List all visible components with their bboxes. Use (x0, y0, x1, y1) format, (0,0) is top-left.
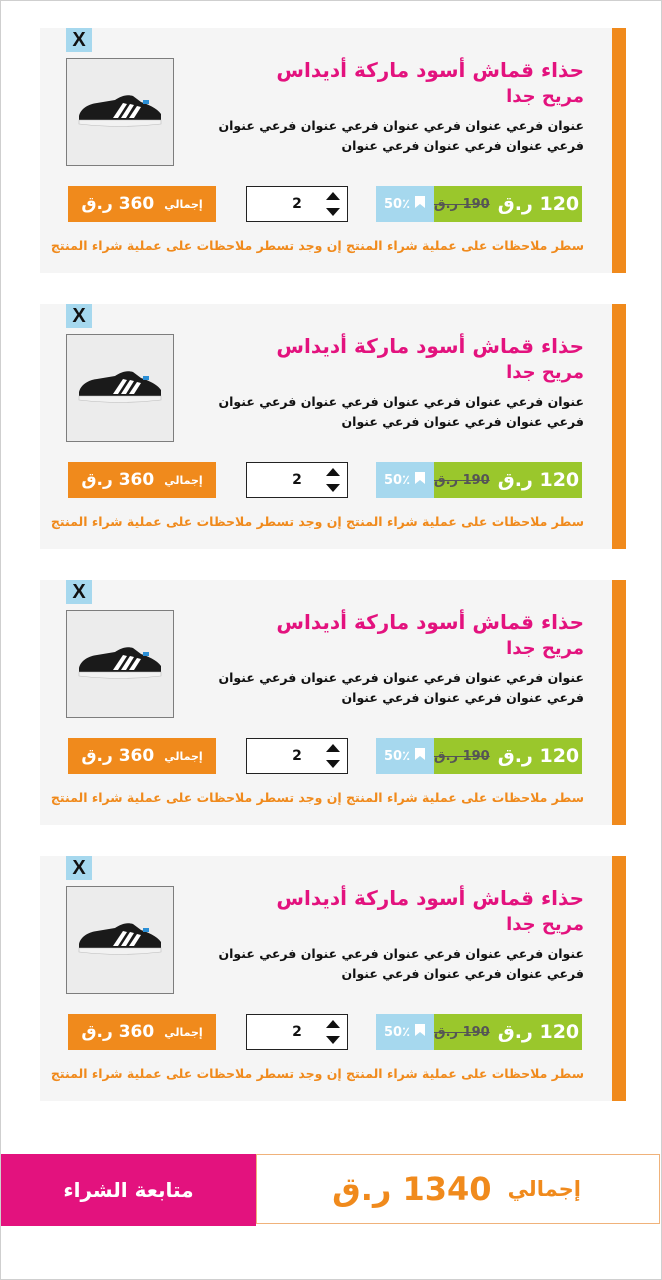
item-total-box: إجمالي 360 ر.ق (68, 462, 216, 498)
decrement-arrow-icon[interactable] (325, 481, 341, 495)
quantity-stepper[interactable]: 2 (246, 738, 348, 774)
price-box: 50٪ 120 ر.ق 190 ر.ق (376, 462, 582, 498)
item-total-label: إجمالي (164, 473, 203, 487)
increment-arrow-icon[interactable] (325, 1017, 341, 1031)
bookmark-icon (414, 195, 426, 213)
item-total-box: إجمالي 360 ر.ق (68, 738, 216, 774)
current-price: 120 ر.ق (497, 1021, 580, 1043)
product-subtitle: مريح جدا (506, 914, 584, 935)
accent-bar (612, 304, 626, 549)
grand-total-label: إجمالي (507, 1177, 581, 1201)
discount-badge: 50٪ (376, 738, 434, 774)
product-description: عنوان فرعي عنوان فرعي عنوان فرعي عنوان ف… (218, 118, 584, 153)
current-price: 120 ر.ق (497, 469, 580, 491)
price-box: 50٪ 120 ر.ق 190 ر.ق (376, 186, 582, 222)
decrement-arrow-icon[interactable] (325, 205, 341, 219)
increment-arrow-icon[interactable] (325, 189, 341, 203)
discount-value: 50٪ (383, 748, 411, 764)
discount-value: 50٪ (383, 196, 411, 212)
price-part: 120 ر.ق 190 ر.ق (434, 186, 582, 222)
product-description: عنوان فرعي عنوان فرعي عنوان فرعي عنوان ف… (218, 946, 584, 981)
product-subtitle: مريح جدا (506, 638, 584, 659)
old-price: 190 ر.ق (434, 196, 490, 212)
old-price: 190 ر.ق (434, 748, 490, 764)
accent-bar (612, 580, 626, 825)
sneaker-icon (75, 918, 165, 962)
decrement-arrow-icon[interactable] (325, 1033, 341, 1047)
checkout-button[interactable]: متابعة الشراء (1, 1154, 256, 1226)
product-note: سطر ملاحظات على عملية شراء المنتج إن وجد… (50, 514, 584, 529)
sneaker-icon (75, 90, 165, 134)
product-subtitle: مريح جدا (506, 362, 584, 383)
decrement-arrow-icon[interactable] (325, 757, 341, 771)
price-part: 120 ر.ق 190 ر.ق (434, 738, 582, 774)
discount-badge: 50٪ (376, 1014, 434, 1050)
item-total-value: 360 ر.ق (81, 470, 155, 490)
bookmark-icon (414, 1023, 426, 1041)
product-title: حذاء قماش أسود ماركة أديداس (276, 610, 584, 634)
discount-badge: 50٪ (376, 186, 434, 222)
remove-item-button[interactable]: X (66, 856, 92, 880)
item-total-label: إجمالي (164, 749, 203, 763)
old-price: 190 ر.ق (434, 1024, 490, 1040)
current-price: 120 ر.ق (497, 745, 580, 767)
product-image (66, 886, 174, 994)
cart-item: X حذاء قماش أسود ماركة أديداس مريح جدا ع… (40, 28, 626, 273)
grand-total-box: إجمالي 1340 ر.ق (256, 1154, 660, 1224)
product-title: حذاء قماش أسود ماركة أديداس (276, 334, 584, 358)
cart-footer: متابعة الشراء إجمالي 1340 ر.ق (1, 1154, 661, 1226)
bookmark-icon (414, 471, 426, 489)
price-box: 50٪ 120 ر.ق 190 ر.ق (376, 1014, 582, 1050)
price-part: 120 ر.ق 190 ر.ق (434, 1014, 582, 1050)
quantity-stepper[interactable]: 2 (246, 1014, 348, 1050)
current-price: 120 ر.ق (497, 193, 580, 215)
grand-total-value: 1340 ر.ق (332, 1170, 492, 1208)
product-note: سطر ملاحظات على عملية شراء المنتج إن وجد… (50, 238, 584, 253)
cart-item: X حذاء قماش أسود ماركة أديداس مريح جدا ع… (40, 304, 626, 549)
remove-item-button[interactable]: X (66, 580, 92, 604)
item-total-box: إجمالي 360 ر.ق (68, 186, 216, 222)
old-price: 190 ر.ق (434, 472, 490, 488)
product-image (66, 58, 174, 166)
item-total-label: إجمالي (164, 1025, 203, 1039)
remove-item-button[interactable]: X (66, 304, 92, 328)
increment-arrow-icon[interactable] (325, 741, 341, 755)
product-image (66, 610, 174, 718)
discount-value: 50٪ (383, 472, 411, 488)
product-note: سطر ملاحظات على عملية شراء المنتج إن وجد… (50, 790, 584, 805)
sneaker-icon (75, 642, 165, 686)
accent-bar (612, 856, 626, 1101)
remove-item-button[interactable]: X (66, 28, 92, 52)
discount-value: 50٪ (383, 1024, 411, 1040)
cart-list: X حذاء قماش أسود ماركة أديداس مريح جدا ع… (40, 28, 626, 1132)
item-total-box: إجمالي 360 ر.ق (68, 1014, 216, 1050)
cart-item: X حذاء قماش أسود ماركة أديداس مريح جدا ع… (40, 580, 626, 825)
quantity-stepper[interactable]: 2 (246, 462, 348, 498)
quantity-stepper[interactable]: 2 (246, 186, 348, 222)
product-image (66, 334, 174, 442)
product-description: عنوان فرعي عنوان فرعي عنوان فرعي عنوان ف… (218, 670, 584, 705)
product-note: سطر ملاحظات على عملية شراء المنتج إن وجد… (50, 1066, 584, 1081)
accent-bar (612, 28, 626, 273)
item-total-value: 360 ر.ق (81, 194, 155, 214)
item-total-value: 360 ر.ق (81, 1022, 155, 1042)
product-title: حذاء قماش أسود ماركة أديداس (276, 886, 584, 910)
increment-arrow-icon[interactable] (325, 465, 341, 479)
sneaker-icon (75, 366, 165, 410)
price-box: 50٪ 120 ر.ق 190 ر.ق (376, 738, 582, 774)
discount-badge: 50٪ (376, 462, 434, 498)
product-subtitle: مريح جدا (506, 86, 584, 107)
product-description: عنوان فرعي عنوان فرعي عنوان فرعي عنوان ف… (218, 394, 584, 429)
item-total-label: إجمالي (164, 197, 203, 211)
cart-item: X حذاء قماش أسود ماركة أديداس مريح جدا ع… (40, 856, 626, 1101)
product-title: حذاء قماش أسود ماركة أديداس (276, 58, 584, 82)
bookmark-icon (414, 747, 426, 765)
item-total-value: 360 ر.ق (81, 746, 155, 766)
price-part: 120 ر.ق 190 ر.ق (434, 462, 582, 498)
